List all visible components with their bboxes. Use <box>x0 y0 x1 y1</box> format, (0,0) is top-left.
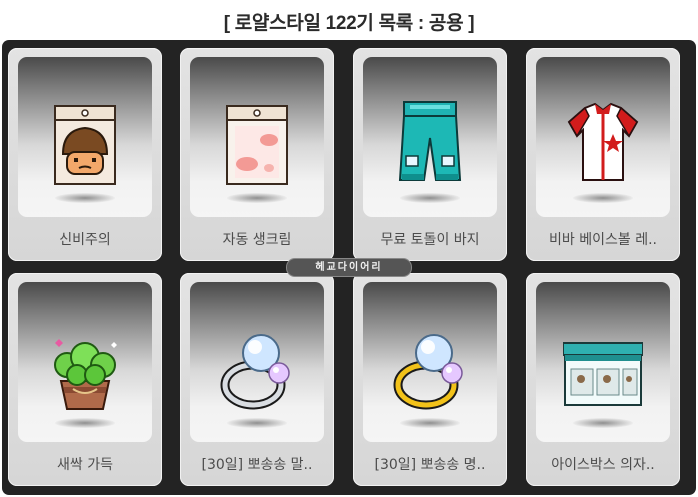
item-card-mystery[interactable]: 신비주의 <box>8 48 162 261</box>
gold-pearl-ring-icon <box>393 334 463 410</box>
blue-pants-icon <box>398 101 462 181</box>
item-name: 아이스박스 의자.. <box>551 457 655 473</box>
item-card-gold-ring[interactable]: [30일] 뽀송송 명.. <box>353 273 507 486</box>
item-shadow <box>400 193 460 203</box>
item-card-silver-ring[interactable]: [30일] 뽀송송 말.. <box>180 273 334 486</box>
sprout-pot-icon <box>54 339 117 410</box>
item-name: [30일] 뽀송송 말.. <box>201 457 313 473</box>
item-card-sprout[interactable]: 새싹 가득 <box>8 273 162 486</box>
page-title: [ 로얄스타일 122기 목록 : 공용 ] <box>223 13 475 34</box>
item-shadow <box>400 418 460 428</box>
icebox-chair-icon <box>563 342 643 406</box>
item-name: [30일] 뽀송송 명.. <box>374 457 486 473</box>
item-shadow <box>55 193 115 203</box>
item-shadow <box>227 418 287 428</box>
item-card-pants[interactable]: 무료 토돌이 바지 <box>353 48 507 261</box>
item-card-jersey[interactable]: 비바 베이스볼 레.. <box>526 48 680 261</box>
baseball-jersey-icon <box>567 102 639 181</box>
item-name: 새싹 가득 <box>57 457 113 473</box>
item-name: 신비주의 <box>59 232 111 248</box>
item-card-cream[interactable]: 자동 생크림 <box>180 48 334 261</box>
item-shadow <box>573 193 633 203</box>
watermark-badge: 헤교다이어리 <box>286 258 412 277</box>
item-name: 무료 토돌이 바지 <box>380 232 480 248</box>
cream-package-icon <box>226 105 288 185</box>
item-shadow <box>227 193 287 203</box>
item-shadow <box>55 418 115 428</box>
silver-pearl-ring-icon <box>220 334 290 410</box>
mystery-face-package-icon <box>54 105 116 185</box>
item-card-icebox[interactable]: 아이스박스 의자.. <box>526 273 680 486</box>
item-name: 비바 베이스볼 레.. <box>549 232 657 248</box>
item-name: 자동 생크림 <box>222 232 292 248</box>
item-shadow <box>573 418 633 428</box>
